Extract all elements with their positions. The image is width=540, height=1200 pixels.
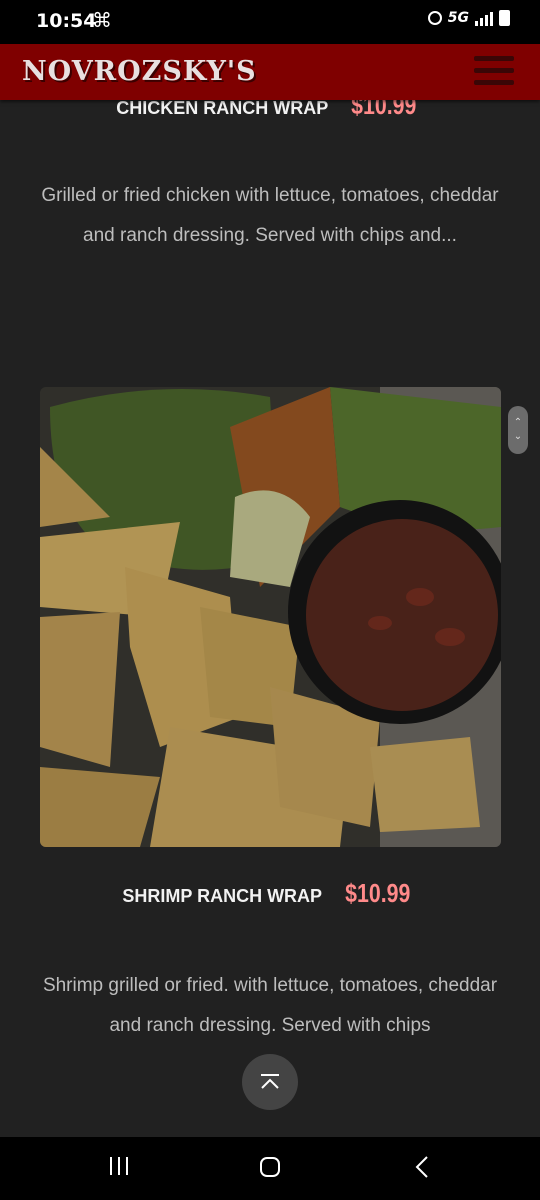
scroll-to-top-icon — [261, 1074, 279, 1089]
signal-icon — [475, 10, 493, 26]
network-label: 5G — [447, 10, 469, 26]
item-price: $10.99 — [345, 878, 411, 908]
scroll-to-top-button[interactable] — [242, 1054, 298, 1110]
home-icon[interactable] — [258, 1155, 282, 1179]
status-bar: 10:54 ⌘ 5G — [0, 0, 540, 44]
menu-icon[interactable] — [474, 56, 514, 88]
item-description: Grilled or fried chicken with lettuce, t… — [41, 185, 499, 246]
chevron-up-icon: ⌃ — [513, 417, 523, 428]
command-icon: ⌘ — [92, 8, 112, 32]
back-icon[interactable] — [412, 1155, 432, 1179]
item-name: SHRIMP RANCH WRAP — [122, 886, 323, 906]
menu-item-header: SHRIMP RANCH WRAP $10.99 — [0, 878, 540, 909]
item-photo — [40, 387, 501, 847]
page-scroll-handle[interactable]: ⌃ ⌄ — [508, 406, 528, 454]
item-name: CHICKEN RANCH WRAP — [116, 98, 329, 118]
site-header: NOVROZSKY'S — [0, 44, 540, 100]
system-nav-bar — [0, 1137, 540, 1200]
status-time: 10:54 — [36, 10, 97, 32]
battery-icon — [499, 10, 510, 26]
item-description: Shrimp grilled or fried. with lettuce, t… — [42, 975, 498, 1036]
chevron-down-icon: ⌄ — [513, 431, 523, 442]
site-logo[interactable]: NOVROZSKY'S — [22, 56, 257, 87]
recents-icon[interactable] — [108, 1155, 130, 1177]
alarm-icon — [427, 11, 442, 25]
